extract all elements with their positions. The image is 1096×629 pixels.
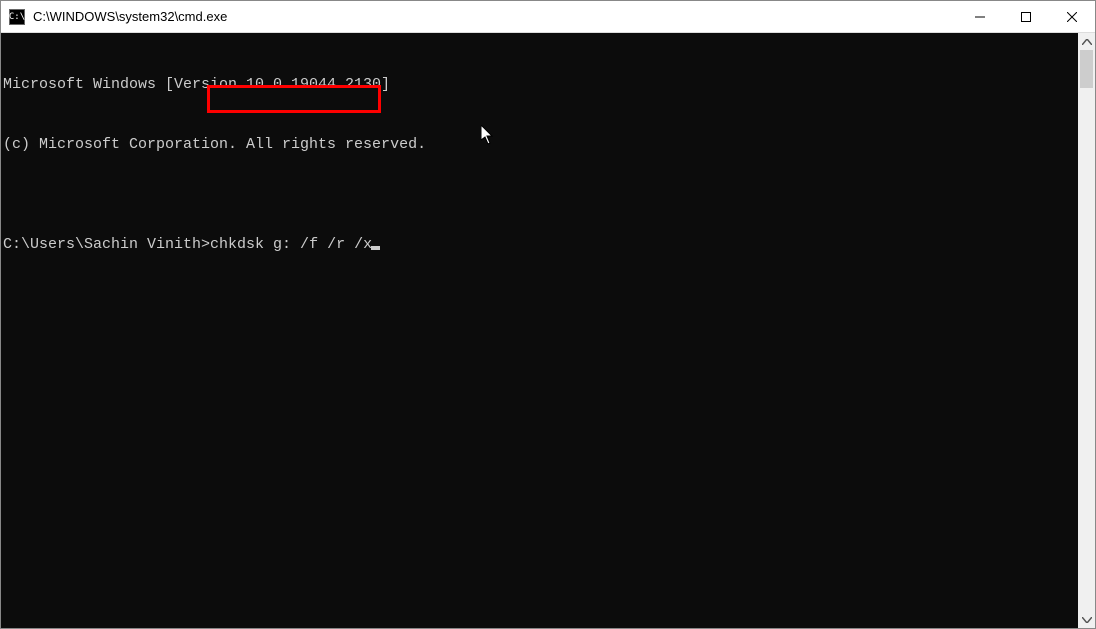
- window-title: C:\WINDOWS\system32\cmd.exe: [33, 9, 957, 24]
- prompt-text: C:\Users\Sachin Vinith>: [3, 236, 210, 253]
- terminal-prompt-line: C:\Users\Sachin Vinith>chkdsk g: /f /r /…: [1, 235, 1078, 255]
- terminal-line-version: Microsoft Windows [Version 10.0.19044.21…: [1, 75, 1078, 95]
- terminal-area[interactable]: Microsoft Windows [Version 10.0.19044.21…: [1, 33, 1078, 628]
- content-row: Microsoft Windows [Version 10.0.19044.21…: [1, 33, 1095, 628]
- cmd-icon: C:\: [9, 9, 25, 25]
- titlebar[interactable]: C:\ C:\WINDOWS\system32\cmd.exe: [1, 1, 1095, 33]
- window-controls: [957, 1, 1095, 32]
- scroll-track[interactable]: [1078, 50, 1095, 611]
- close-button[interactable]: [1049, 1, 1095, 32]
- minimize-button[interactable]: [957, 1, 1003, 32]
- cmd-window: C:\ C:\WINDOWS\system32\cmd.exe Microsof…: [0, 0, 1096, 629]
- text-cursor: [371, 246, 380, 250]
- command-text: chkdsk g: /f /r /x: [210, 236, 372, 253]
- scroll-up-arrow-icon[interactable]: [1078, 33, 1095, 50]
- maximize-button[interactable]: [1003, 1, 1049, 32]
- scroll-down-arrow-icon[interactable]: [1078, 611, 1095, 628]
- terminal-line-copyright: (c) Microsoft Corporation. All rights re…: [1, 135, 1078, 155]
- scroll-thumb[interactable]: [1080, 50, 1093, 88]
- vertical-scrollbar[interactable]: [1078, 33, 1095, 628]
